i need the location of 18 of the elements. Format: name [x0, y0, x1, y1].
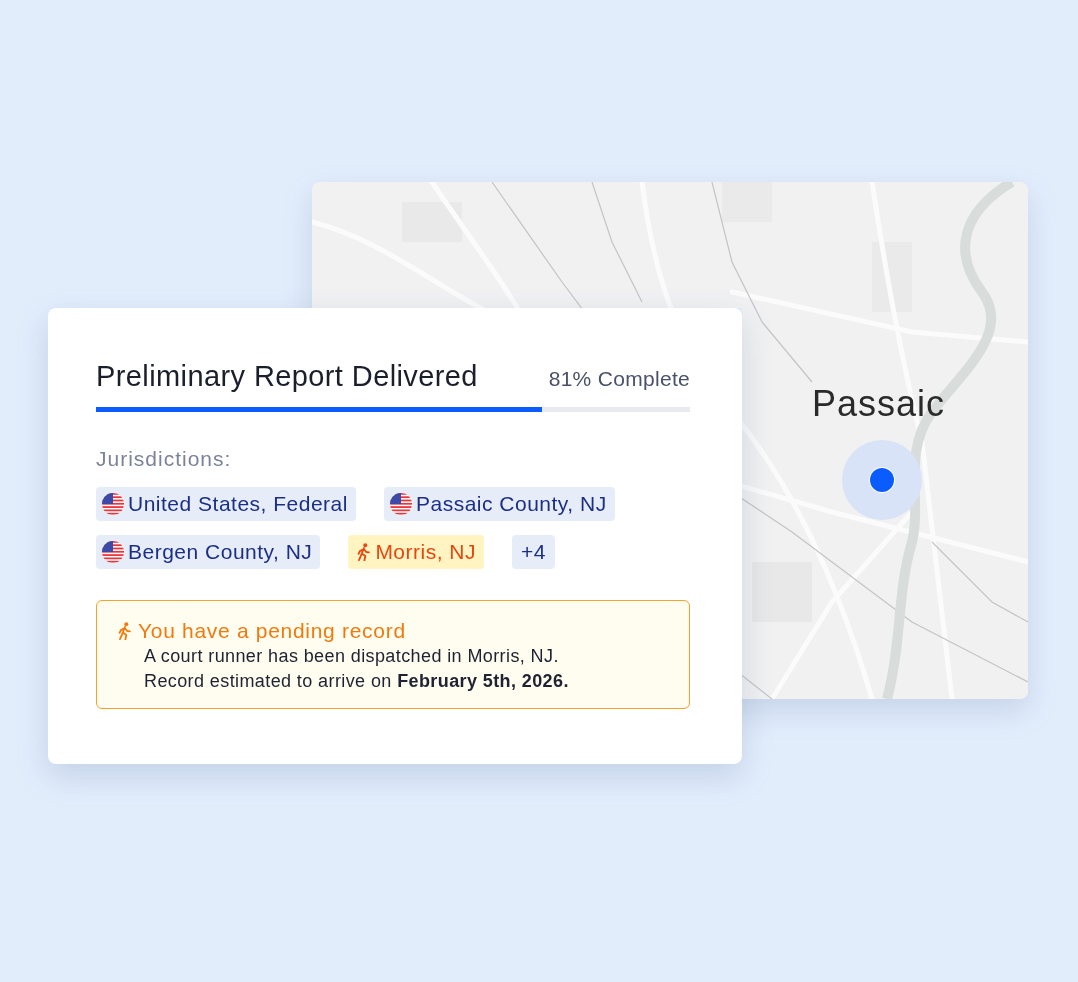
jurisdiction-tag: Passaic County, NJ	[383, 487, 615, 521]
more-count-tag[interactable]: +4	[512, 535, 555, 569]
jurisdiction-tag: Bergen County, NJ	[96, 535, 321, 569]
flag-icon	[102, 541, 124, 563]
jurisdictions-label: Jurisdictions:	[96, 447, 233, 471]
report-title: Preliminary Report Delivered	[96, 359, 478, 393]
runner-icon	[356, 543, 372, 561]
jurisdiction-tag: United States, Federal	[96, 487, 356, 521]
location-marker-icon	[842, 440, 922, 520]
runner-icon	[117, 621, 132, 640]
progress-text: 81% Complete	[548, 367, 690, 391]
alert-text: Record estimated to arrive on February 5th, 2026.	[143, 670, 570, 693]
map-place-label: Passaic	[812, 382, 946, 426]
flag-icon	[389, 493, 412, 515]
jurisdiction-tag: Morris, NJ	[348, 535, 485, 569]
flag-icon	[102, 493, 124, 515]
alert-title: You have a pending record	[138, 618, 406, 644]
alert-text: A court runner has been dispatched in Morris, NJ.	[143, 645, 560, 668]
